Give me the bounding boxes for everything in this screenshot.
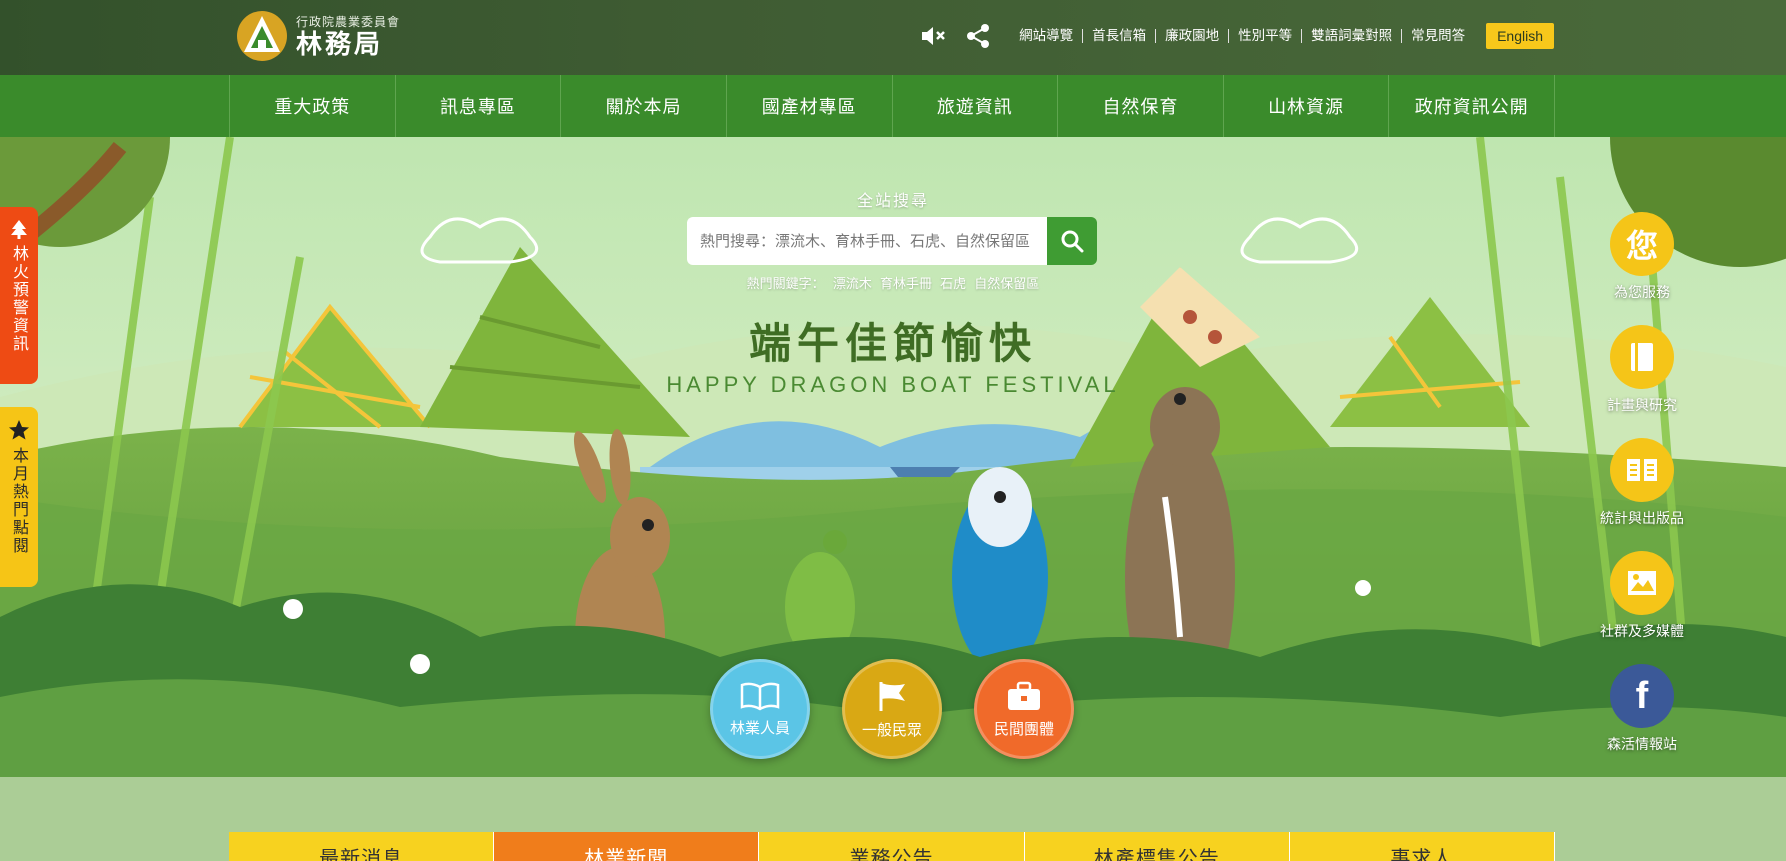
fire-warning-label: 林火預警資訊 [10, 245, 29, 353]
role-general-public[interactable]: 一般民眾 [842, 659, 942, 759]
nav-item-news[interactable]: 訊息專區 [394, 75, 561, 137]
role-forestry-staff[interactable]: 林業人員 [710, 659, 810, 759]
role-label: 民間團體 [993, 719, 1054, 738]
forestry-logo-icon [236, 10, 288, 62]
book-icon [1610, 325, 1674, 389]
top-link-gender-equality[interactable]: 性別平等 [1228, 29, 1301, 43]
quick-link-label: 為您服務 [1614, 285, 1670, 301]
tab-announcements[interactable]: 業務公告 [759, 832, 1025, 861]
logo-title: 林務局 [296, 29, 384, 60]
monthly-hot-label: 本月熱門點閱 [10, 447, 29, 555]
top-link-bilingual-glossary[interactable]: 雙語詞彙對照 [1301, 29, 1401, 43]
flag-icon [879, 681, 905, 711]
quick-link-label: 計畫與研究 [1607, 398, 1677, 414]
top-links: 網站導覽 首長信箱 廉政園地 性別平等 雙語詞彙對照 常見問答 [1010, 29, 1474, 43]
search-button[interactable] [1047, 217, 1097, 265]
nav-item-travel[interactable]: 旅遊資訊 [891, 75, 1058, 137]
hot-keyword[interactable]: 育林手冊 [880, 277, 932, 292]
tab-jobs[interactable]: 事求人 [1289, 832, 1556, 861]
nav-item-about[interactable]: 關於本局 [560, 75, 726, 137]
banner-subtitle: HAPPY DRAGON BOAT FESTIVAL [666, 372, 1120, 397]
site-header: 行政院農業委員會 林務局 網站導覽 首長信箱 廉政園地 性別平等 雙語詞彙對照 [0, 0, 1786, 75]
tree-icon [11, 220, 27, 239]
nav-item-policy[interactable]: 重大政策 [229, 75, 395, 137]
top-link-integrity[interactable]: 廉政園地 [1155, 29, 1228, 43]
english-button[interactable]: English [1486, 23, 1554, 49]
quick-link-service[interactable]: 您 為您服務 [1584, 212, 1700, 302]
service-icon: 您 [1610, 212, 1674, 276]
briefcase-icon [1008, 681, 1040, 710]
search-icon [1061, 230, 1084, 253]
header-tools: 網站導覽 首長信箱 廉政園地 性別平等 雙語詞彙對照 常見問答 English [916, 18, 1554, 54]
service-glyph: 您 [1625, 227, 1658, 265]
share-icon[interactable] [960, 18, 996, 54]
open-book-icon [740, 682, 780, 710]
quick-link-multimedia[interactable]: 社群及多媒體 [1584, 551, 1700, 641]
quick-link-statistics[interactable]: 統計與出版品 [1584, 438, 1700, 528]
quick-link-facebook[interactable]: f 森活情報站 [1584, 664, 1700, 754]
nav-item-forest-resources[interactable]: 山林資源 [1222, 75, 1389, 137]
image-icon [1610, 551, 1674, 615]
tab-timber-auction[interactable]: 林產標售公告 [1024, 832, 1290, 861]
hot-keyword[interactable]: 漂流木 [833, 277, 872, 292]
banner-title: 端午佳節愉快 [748, 319, 1037, 368]
quick-link-research[interactable]: 計畫與研究 [1584, 325, 1700, 415]
main-nav: 重大政策 訊息專區 關於本局 國產材專區 旅遊資訊 自然保育 山林資源 政府資訊… [0, 75, 1786, 137]
monthly-hot-tab[interactable]: 本月熱門點閱 [0, 407, 38, 587]
nav-item-conservation[interactable]: 自然保育 [1057, 75, 1223, 137]
tab-forestry-news[interactable]: 林業新聞 [494, 832, 760, 861]
search-label: 全站搜尋 [856, 191, 929, 210]
hot-keywords: 熱門關鍵字： 漂流木 育林手冊 石虎 自然保留區 [0, 273, 1786, 292]
fire-warning-tab[interactable]: 林火預警資訊 [0, 207, 38, 384]
hot-keyword[interactable]: 石虎 [940, 277, 966, 292]
nav-item-domestic-timber[interactable]: 國產材專區 [725, 75, 892, 137]
search-box [687, 217, 1097, 265]
quick-link-label: 社群及多媒體 [1600, 624, 1684, 640]
top-link-faq[interactable]: 常見問答 [1401, 29, 1474, 43]
logo-subtitle: 行政院農業委員會 [296, 14, 401, 29]
top-link-sitemap[interactable]: 網站導覽 [1010, 29, 1082, 43]
open-book-icon [1610, 438, 1674, 502]
site-logo[interactable]: 行政院農業委員會 林務局 [236, 10, 400, 62]
tab-latest-news[interactable]: 最新消息 [229, 832, 495, 861]
mute-icon[interactable] [916, 18, 952, 54]
quick-link-label: 森活情報站 [1607, 737, 1677, 753]
star-icon [9, 420, 29, 440]
role-civic-groups[interactable]: 民間團體 [974, 659, 1074, 759]
nav-item-gov-info[interactable]: 政府資訊公開 [1388, 75, 1555, 137]
hot-keyword[interactable]: 自然保留區 [974, 277, 1039, 292]
role-label: 一般民眾 [861, 720, 922, 739]
top-link-director-mailbox[interactable]: 首長信箱 [1082, 29, 1155, 43]
hot-keywords-label: 熱門關鍵字： [746, 277, 825, 292]
facebook-icon: f [1610, 664, 1674, 728]
role-label: 林業人員 [729, 718, 790, 737]
news-tabs: 最新消息 林業新聞 業務公告 林產標售公告 事求人 [229, 832, 1556, 861]
quick-link-label: 統計與出版品 [1600, 511, 1684, 527]
search-input[interactable] [687, 217, 1047, 265]
